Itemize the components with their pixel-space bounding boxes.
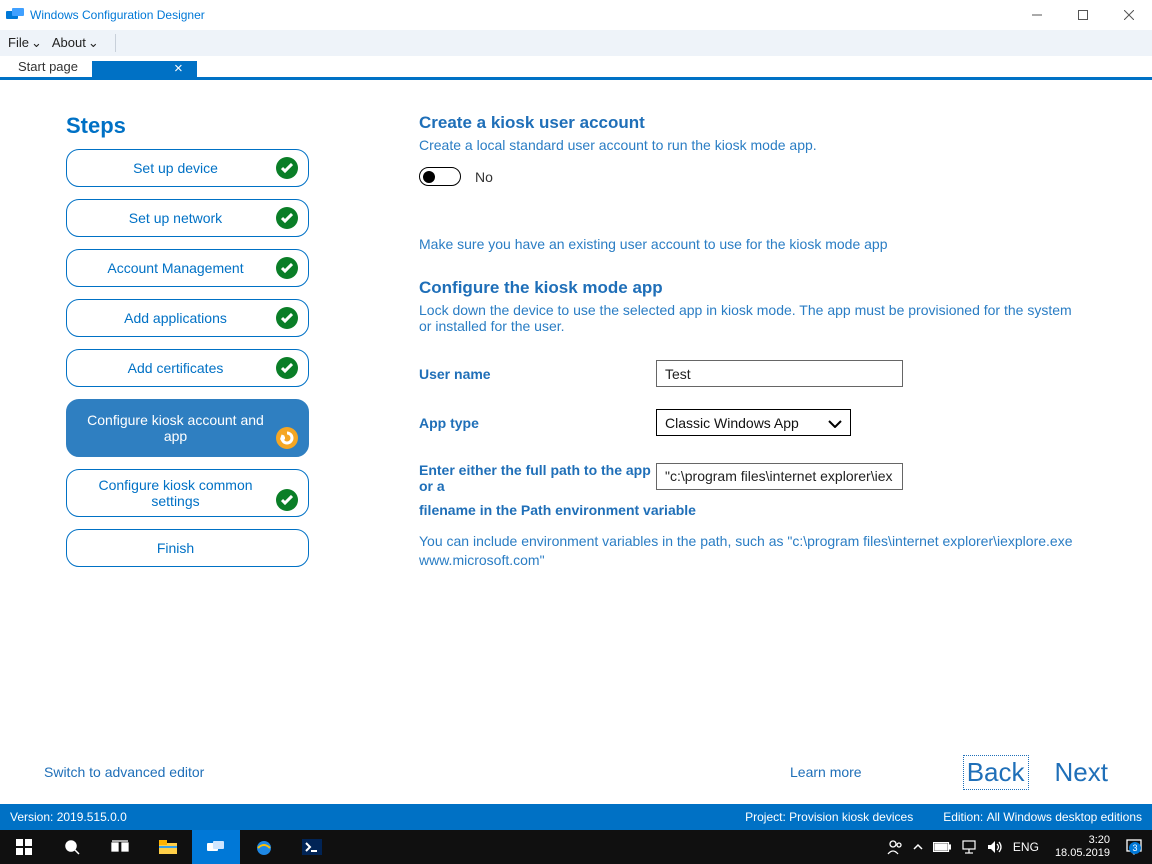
step-label: Configure kiosk account and app (77, 406, 274, 444)
search-button[interactable] (48, 830, 96, 864)
chevron-down-icon: ⌄ (88, 35, 99, 51)
check-icon (276, 357, 298, 379)
chevron-down-icon (828, 415, 842, 431)
check-icon (276, 489, 298, 511)
language-indicator[interactable]: ENG (1013, 840, 1039, 854)
tab-strip: Start page × (0, 56, 1152, 80)
step-label: Account Management (107, 260, 243, 276)
path-label-part2: filename in the Path environment variabl… (419, 502, 1079, 518)
status-project-label: Project: (745, 810, 786, 824)
action-center-icon[interactable]: 3 (1126, 839, 1142, 855)
taskbar-wcd-app[interactable] (192, 830, 240, 864)
path-help-text: You can include environment variables in… (419, 532, 1079, 570)
toggle-value-label: No (475, 169, 493, 185)
step-account-management[interactable]: Account Management (66, 249, 309, 287)
username-input[interactable] (656, 360, 903, 387)
create-kiosk-user-toggle[interactable] (419, 167, 461, 186)
check-icon (276, 157, 298, 179)
step-label: Add applications (124, 310, 227, 326)
apptype-value: Classic Windows App (665, 415, 799, 431)
step-set-up-device[interactable]: Set up device (66, 149, 309, 187)
step-configure-kiosk-common[interactable]: Configure kiosk common settings (66, 469, 309, 517)
step-label: Add certificates (128, 360, 224, 376)
battery-icon[interactable] (933, 842, 951, 852)
tab-start-page-label: Start page (18, 59, 78, 74)
tab-project[interactable]: × (92, 61, 197, 77)
taskbar-file-explorer[interactable] (144, 830, 192, 864)
step-label: Set up device (133, 160, 218, 176)
section-configure-app-heading: Configure the kiosk mode app (419, 278, 1079, 298)
status-project: Project: Provision kiosk devices (745, 810, 913, 824)
step-label: Configure kiosk common settings (77, 477, 274, 509)
windows-taskbar: ENG 3:20 18.05.2019 3 (0, 830, 1152, 864)
volume-icon[interactable] (987, 840, 1003, 854)
pending-icon (276, 427, 298, 449)
check-icon (276, 257, 298, 279)
username-label: User name (419, 366, 656, 382)
step-set-up-network[interactable]: Set up network (66, 199, 309, 237)
status-project-value: Provision kiosk devices (789, 810, 913, 824)
status-version: Version: 2019.515.0.0 (10, 810, 127, 824)
existing-account-info: Make sure you have an existing user acco… (419, 236, 1079, 252)
taskbar-internet-explorer[interactable] (240, 830, 288, 864)
window-maximize-button[interactable] (1060, 0, 1106, 30)
step-label: Set up network (129, 210, 222, 226)
step-configure-kiosk-account[interactable]: Configure kiosk account and app (66, 399, 309, 457)
switch-to-advanced-link[interactable]: Switch to advanced editor (44, 764, 204, 780)
bottom-bar: Switch to advanced editor Learn more Bac… (0, 748, 1152, 796)
chevron-down-icon: ⌄ (31, 35, 42, 51)
window-title: Windows Configuration Designer (30, 8, 1014, 22)
section-create-kiosk-heading: Create a kiosk user account (419, 113, 1079, 133)
status-edition-label: Edition: (943, 810, 983, 824)
taskbar-powershell[interactable] (288, 830, 336, 864)
close-icon[interactable]: × (174, 64, 183, 74)
back-button[interactable]: Back (965, 757, 1027, 788)
window-titlebar: Windows Configuration Designer (0, 0, 1152, 30)
check-icon (276, 207, 298, 229)
people-icon[interactable] (887, 839, 903, 855)
apptype-select[interactable]: Classic Windows App (656, 409, 851, 436)
step-finish[interactable]: Finish (66, 529, 309, 567)
menu-bar: File⌄ About⌄ (0, 30, 1152, 56)
clock[interactable]: 3:20 18.05.2019 (1049, 834, 1116, 860)
steps-column: Steps Set up device Set up network Accou… (66, 113, 309, 796)
status-edition-value: All Windows desktop editions (987, 810, 1142, 824)
network-icon[interactable] (961, 840, 977, 854)
step-add-certificates[interactable]: Add certificates (66, 349, 309, 387)
learn-more-link[interactable]: Learn more (790, 764, 862, 780)
step-add-applications[interactable]: Add applications (66, 299, 309, 337)
menu-separator (115, 34, 116, 52)
tab-start-page[interactable]: Start page (8, 56, 92, 77)
task-view-button[interactable] (96, 830, 144, 864)
step-label: Finish (157, 540, 194, 556)
window-close-button[interactable] (1106, 0, 1152, 30)
clock-time: 3:20 (1055, 834, 1110, 847)
apptype-label: App type (419, 415, 656, 431)
path-label-part1: Enter either the full path to the app or… (419, 458, 656, 494)
check-icon (276, 307, 298, 329)
content-area: Create a kiosk user account Create a loc… (419, 113, 1079, 796)
next-button[interactable]: Next (1055, 757, 1108, 788)
work-area: Steps Set up device Set up network Accou… (0, 83, 1152, 796)
section-create-kiosk-desc: Create a local standard user account to … (419, 137, 1079, 153)
section-configure-app-desc: Lock down the device to use the selected… (419, 302, 1079, 334)
status-bar: Version: 2019.515.0.0 Project: Provision… (0, 804, 1152, 830)
menu-about[interactable]: About⌄ (52, 35, 99, 51)
menu-file[interactable]: File⌄ (8, 35, 42, 51)
chevron-up-icon[interactable] (913, 843, 923, 851)
app-icon (6, 8, 24, 22)
app-path-input[interactable] (656, 463, 903, 490)
menu-about-label: About (52, 35, 86, 50)
clock-date: 18.05.2019 (1055, 847, 1110, 860)
steps-heading: Steps (66, 113, 309, 139)
window-minimize-button[interactable] (1014, 0, 1060, 30)
notification-count-badge: 3 (1129, 842, 1141, 854)
start-button[interactable] (0, 830, 48, 864)
status-edition: Edition: All Windows desktop editions (943, 810, 1142, 824)
menu-file-label: File (8, 35, 29, 50)
